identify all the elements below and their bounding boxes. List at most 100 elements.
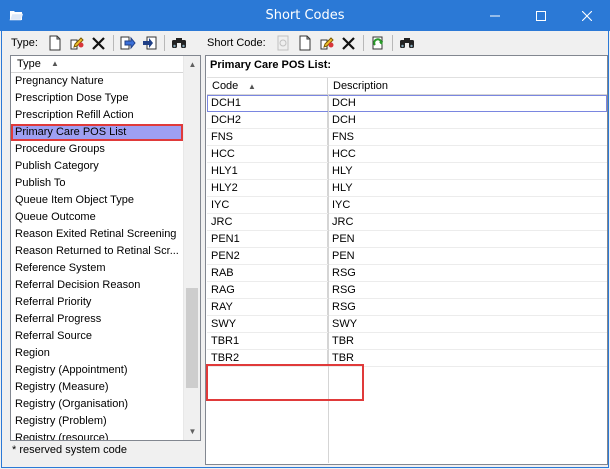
type-list-item[interactable]: Pregnancy Nature xyxy=(11,73,183,90)
annotation-highlight-box xyxy=(206,364,364,401)
type-list-item[interactable]: Primary Care POS List xyxy=(11,124,183,141)
edit-shortcode-button[interactable] xyxy=(316,32,338,54)
type-list-item[interactable]: Queue Outcome xyxy=(11,209,183,226)
find-icon xyxy=(171,38,186,48)
close-icon xyxy=(582,10,592,21)
edit-type-button[interactable] xyxy=(66,32,88,54)
minimize-button[interactable] xyxy=(472,0,518,31)
description-cell: FNS xyxy=(332,131,354,143)
toolbar-separator xyxy=(163,35,165,51)
type-toolbar: Type: xyxy=(11,32,190,54)
properties-button[interactable] xyxy=(272,32,294,54)
refresh-shortcode-button[interactable] xyxy=(367,32,389,54)
type-list-item[interactable]: Referral Progress xyxy=(11,311,183,328)
type-column-header[interactable]: Type ▲ xyxy=(11,56,183,73)
type-pane: Type ▲ Pregnancy Nature Prescription Dose… xyxy=(10,55,201,465)
type-list-item[interactable]: Region xyxy=(11,345,183,362)
type-list-item[interactable]: Publish To xyxy=(11,175,183,192)
code-column-header[interactable]: Code ▲ xyxy=(207,78,328,94)
shortcode-row[interactable]: PEN1 PEN xyxy=(207,231,607,248)
type-list-item[interactable]: Referral Source xyxy=(11,328,183,345)
find-shortcode-button[interactable] xyxy=(396,32,418,54)
type-list-item[interactable]: Reason Exited Retinal Screening xyxy=(11,226,183,243)
toolbar-separator xyxy=(362,35,364,51)
type-toolbar-label: Type: xyxy=(11,37,38,49)
shortcode-row[interactable]: PEN2 PEN xyxy=(207,248,607,265)
new-type-button[interactable] xyxy=(44,32,66,54)
type-list-item[interactable]: Reason Returned to Retinal Scr... xyxy=(11,243,183,260)
delete-icon xyxy=(92,36,106,50)
shortcode-row[interactable]: HLY2 HLY xyxy=(207,180,607,197)
shortcode-row[interactable]: HCC HCC xyxy=(207,146,607,163)
new-document-icon xyxy=(49,35,61,51)
shortcodes-title: Primary Care POS List: xyxy=(210,59,332,71)
delete-type-button[interactable] xyxy=(88,32,110,54)
shortcode-row[interactable]: SWY SWY xyxy=(207,316,607,333)
type-list-item[interactable]: Prescription Dose Type xyxy=(11,90,183,107)
description-cell: RSG xyxy=(332,301,356,313)
type-list-item[interactable]: Registry (Problem) xyxy=(11,413,183,430)
delete-shortcode-button[interactable] xyxy=(338,32,360,54)
code-cell: DCH1 xyxy=(207,95,328,111)
code-cell: IYC xyxy=(207,197,328,213)
code-cell: RAB xyxy=(207,265,328,281)
description-column-header[interactable]: Description xyxy=(328,78,607,94)
export-icon xyxy=(120,36,136,50)
maximize-icon xyxy=(536,10,546,21)
shortcode-row[interactable]: IYC IYC xyxy=(207,197,607,214)
description-cell: TBR xyxy=(332,335,354,347)
shortcode-row[interactable]: HLY1 HLY xyxy=(207,163,607,180)
code-cell: FNS xyxy=(207,129,328,145)
description-cell: RSG xyxy=(332,284,356,296)
description-cell: HCC xyxy=(332,148,356,160)
description-cell: SWY xyxy=(332,318,358,330)
shortcode-row[interactable]: DCH2 DCH xyxy=(207,112,607,129)
shortcodes-grid: Code ▲ Description DCH1 DCH DCH2 DCH FNS FNS H… xyxy=(207,77,607,367)
scroll-down-icon[interactable]: ▼ xyxy=(184,423,200,440)
maximize-button[interactable] xyxy=(518,0,564,31)
type-listbox[interactable]: Type ▲ Pregnancy Nature Prescription Dose… xyxy=(10,55,201,441)
title-bar: Short Codes xyxy=(0,0,610,31)
shortcode-row[interactable]: TBR1 TBR xyxy=(207,333,607,350)
new-shortcode-button[interactable] xyxy=(294,32,316,54)
type-list-item[interactable]: Referral Priority xyxy=(11,294,183,311)
close-button[interactable] xyxy=(564,0,610,31)
shortcode-row[interactable]: RAY RSG xyxy=(207,299,607,316)
import-type-button[interactable] xyxy=(139,32,161,54)
type-list-scrollbar[interactable]: ▲ ▼ xyxy=(183,56,200,440)
description-cell: DCH xyxy=(332,97,356,109)
edit-icon xyxy=(320,37,334,50)
reserved-code-footnote: * reserved system code xyxy=(12,444,127,456)
description-cell: PEN xyxy=(332,250,355,262)
grid-header: Code ▲ Description xyxy=(207,77,607,95)
shortcode-row[interactable]: RAG RSG xyxy=(207,282,607,299)
type-list-item[interactable]: Registry (resource) xyxy=(11,430,183,440)
shortcode-row[interactable]: FNS FNS xyxy=(207,129,607,146)
type-list-item[interactable]: Registry (Appointment) xyxy=(11,362,183,379)
code-cell: HLY2 xyxy=(207,180,328,196)
export-type-button[interactable] xyxy=(117,32,139,54)
find-type-button[interactable] xyxy=(168,32,190,54)
type-list-item[interactable]: Procedure Groups xyxy=(11,141,183,158)
description-cell: PEN xyxy=(332,233,355,245)
scroll-thumb[interactable] xyxy=(186,288,198,388)
type-list-item[interactable]: Publish Category xyxy=(11,158,183,175)
type-list-item[interactable]: Registry (Organisation) xyxy=(11,396,183,413)
shortcode-row[interactable]: DCH1 DCH xyxy=(207,95,607,112)
shortcode-row[interactable]: RAB RSG xyxy=(207,265,607,282)
description-cell: TBR xyxy=(332,352,354,364)
type-list-item[interactable]: Referral Decision Reason xyxy=(11,277,183,294)
code-cell: PEN2 xyxy=(207,248,328,264)
type-list-item[interactable]: Reference System xyxy=(11,260,183,277)
description-header-label: Description xyxy=(333,80,389,92)
type-list-item[interactable]: Registry (Measure) xyxy=(11,379,183,396)
shortcode-row[interactable]: JRC JRC xyxy=(207,214,607,231)
type-list-item[interactable]: Prescription Refill Action xyxy=(11,107,183,124)
find-icon xyxy=(399,38,414,48)
description-cell: IYC xyxy=(332,199,351,211)
shortcode-toolbar-label: Short Code: xyxy=(207,37,266,49)
scroll-up-icon[interactable]: ▲ xyxy=(184,56,200,73)
type-list-item[interactable]: Queue Item Object Type xyxy=(11,192,183,209)
code-cell: HLY1 xyxy=(207,163,328,179)
type-header-label: Type xyxy=(17,58,41,70)
